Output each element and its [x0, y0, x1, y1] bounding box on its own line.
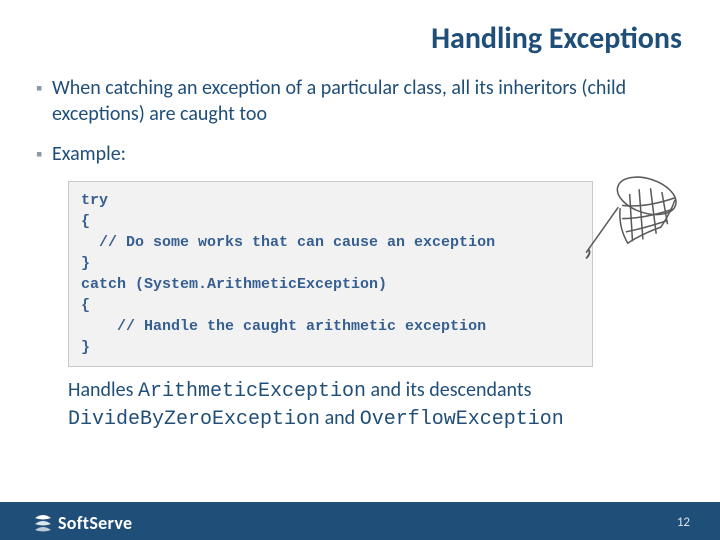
- bullet-item: ▪ When catching an exception of a partic…: [36, 75, 684, 127]
- net-illustration: [580, 175, 685, 265]
- footer-bar: SoftServe 12: [0, 504, 720, 540]
- bullet-item: ▪ Example:: [36, 141, 684, 167]
- bullet-text: When catching an exception of a particul…: [52, 75, 684, 127]
- logo-icon: [32, 512, 54, 534]
- logo: SoftServe: [32, 512, 132, 534]
- slide-title: Handling Exceptions: [0, 0, 720, 57]
- text: Handles: [68, 378, 138, 402]
- text: and: [320, 406, 360, 430]
- code-inline: OverflowException: [360, 408, 564, 431]
- code-block: try { // Do some works that can cause an…: [68, 181, 593, 367]
- page-number: 12: [677, 515, 690, 530]
- code-inline: ArithmeticException: [138, 380, 366, 403]
- text: and its descendants: [366, 378, 531, 402]
- bullet-text: Example:: [52, 141, 126, 167]
- trailing-explainer: Handles ArithmeticException and its desc…: [68, 377, 684, 433]
- bullet-marker: ▪: [36, 75, 52, 127]
- logo-text: SoftServe: [58, 512, 132, 534]
- bullet-marker: ▪: [36, 141, 52, 167]
- code-inline: DivideByZeroException: [68, 408, 320, 431]
